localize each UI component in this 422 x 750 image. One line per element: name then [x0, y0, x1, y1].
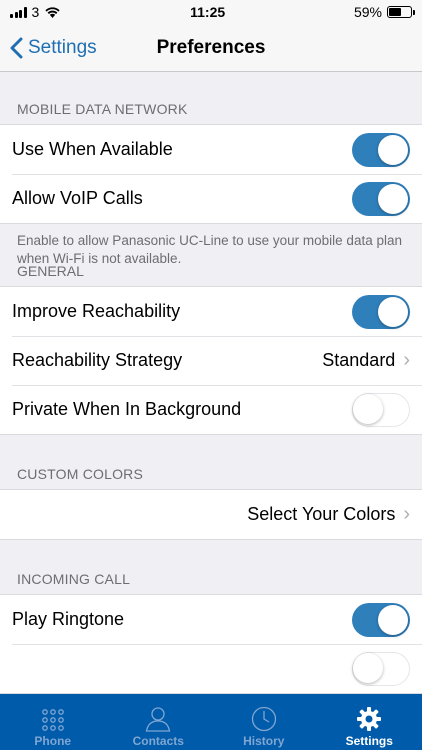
reachability-strategy-value: Standard	[322, 350, 396, 370]
partial-toggle[interactable]	[352, 651, 410, 686]
battery-percent: 59%	[353, 4, 382, 20]
clock-icon	[251, 706, 276, 732]
status-left: 3	[10, 4, 61, 20]
nav-bar: Settings Preferences	[0, 24, 422, 72]
row-select-colors[interactable]: Select Your Colors ›	[0, 490, 422, 539]
tab-label: Settings	[345, 734, 393, 748]
chevron-right-icon: ›	[403, 349, 410, 371]
section-header-general-label: GENERAL	[17, 263, 84, 279]
row-value: Standard ›	[322, 349, 410, 372]
battery-fill	[389, 8, 402, 16]
play-ringtone-toggle[interactable]	[352, 602, 410, 637]
tab-label: Contacts	[132, 734, 184, 748]
row-improve-reachability: Improve Reachability	[0, 287, 422, 336]
wifi-icon	[45, 7, 60, 18]
row-value: Select Your Colors ›	[247, 503, 410, 526]
section-header-incoming: INCOMING CALL	[17, 571, 131, 587]
chevron-left-icon	[10, 37, 23, 59]
section-header-mobile: MOBILE DATA NETWORK	[17, 101, 188, 117]
tab-label: History	[243, 734, 285, 748]
tab-history[interactable]: History	[211, 694, 317, 750]
row-reachability-strategy[interactable]: Reachability Strategy Standard ›	[0, 336, 422, 385]
select-colors-label: Select Your Colors	[247, 504, 396, 524]
group-colors: Select Your Colors ›	[0, 489, 422, 540]
row-label: Play Ringtone	[12, 609, 125, 629]
battery-icon	[387, 6, 415, 18]
section-header-colors: CUSTOM COLORS	[17, 466, 144, 482]
group-general: Improve Reachability Reachability Strate…	[0, 286, 422, 435]
private-background-toggle[interactable]	[352, 392, 410, 427]
row-label: Improve Reachability	[12, 301, 181, 321]
row-play-ringtone: Play Ringtone	[0, 595, 422, 644]
tab-bar: Phone Contacts History Settings	[0, 694, 422, 750]
row-allow-voip: Allow VoIP Calls	[0, 174, 422, 223]
row-partial	[0, 644, 422, 693]
row-use-when-available: Use When Available	[0, 125, 422, 174]
signal-icon	[10, 6, 27, 18]
tab-contacts[interactable]: Contacts	[106, 694, 212, 750]
status-bar: 3 11:25 59%	[0, 0, 422, 24]
status-time: 11:25	[190, 4, 226, 20]
use-when-available-toggle[interactable]	[352, 132, 410, 167]
keypad-icon	[41, 709, 64, 731]
gear-icon	[357, 707, 382, 731]
person-icon	[145, 707, 171, 732]
back-button[interactable]: Settings	[10, 24, 97, 72]
back-label: Settings	[28, 37, 97, 58]
page-title: Preferences	[156, 36, 266, 58]
status-right: 59%	[353, 4, 415, 20]
chevron-right-icon: ›	[403, 503, 410, 525]
group-incoming: Play Ringtone	[0, 594, 422, 694]
row-private-background: Private When In Background	[0, 385, 422, 434]
improve-reachability-toggle[interactable]	[352, 294, 410, 329]
tab-settings[interactable]: Settings	[317, 694, 422, 750]
row-label: Allow VoIP Calls	[12, 188, 143, 208]
row-label: Private When In Background	[12, 399, 242, 419]
row-label: Use When Available	[12, 139, 173, 159]
carrier-label: 3	[31, 4, 40, 20]
group-mobile: Use When Available Allow VoIP Calls	[0, 124, 422, 224]
tab-phone[interactable]: Phone	[0, 694, 106, 750]
row-label: Reachability Strategy	[12, 350, 183, 370]
tab-label: Phone	[34, 734, 72, 748]
allow-voip-toggle[interactable]	[352, 181, 410, 216]
